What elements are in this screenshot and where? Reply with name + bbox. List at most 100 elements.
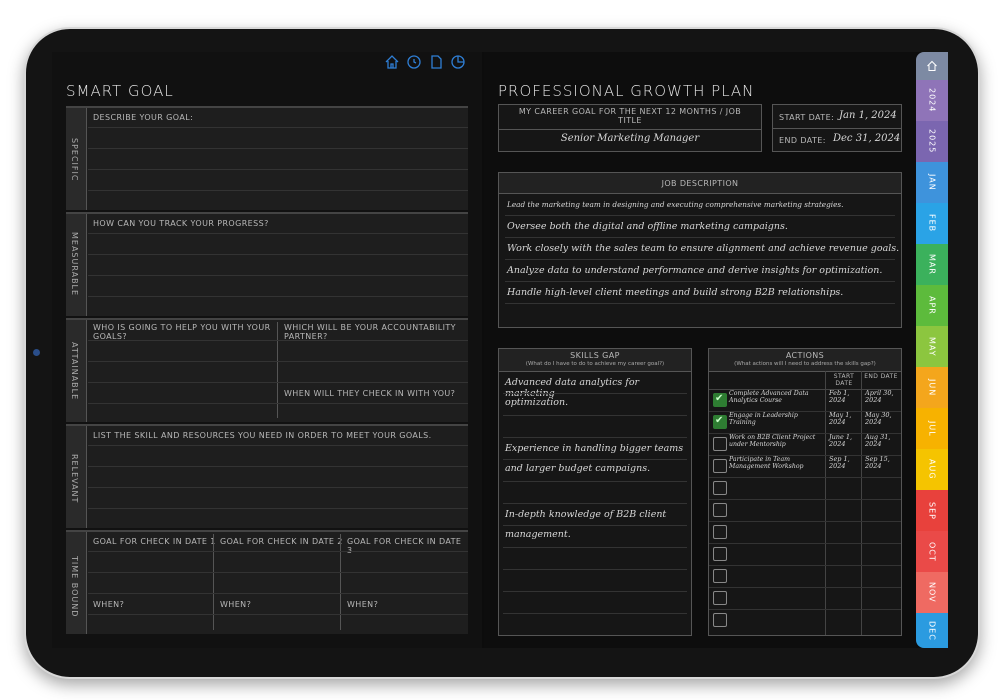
helper-input[interactable]	[88, 340, 276, 420]
tab-may[interactable]: MAY	[916, 326, 948, 367]
refresh-icon[interactable]	[406, 54, 422, 70]
action-end[interactable]: Sep 15, 2024	[865, 456, 899, 470]
action-text[interactable]: Engage in Leadership Training	[729, 412, 823, 426]
tab-2025[interactable]: 2025	[916, 121, 948, 162]
when-label-1: WHEN?	[93, 600, 125, 609]
action-checkbox[interactable]	[713, 591, 727, 605]
smart-goal-title: SMART GOAL	[66, 82, 174, 100]
tab-label: AUG	[927, 459, 937, 480]
action-text[interactable]: Work on B2B Client Project under Mentors…	[729, 434, 823, 448]
actions-header: ACTIONS	[785, 351, 825, 360]
checkin-goal-2-input[interactable]	[215, 551, 339, 593]
skills-gap-box: SKILLS GAP (What do I have to do to achi…	[498, 348, 692, 636]
skills-line-5[interactable]: and larger budget campaigns.	[505, 463, 650, 474]
job-line-5[interactable]: Handle high-level client meetings and bu…	[507, 287, 843, 298]
job-line-4[interactable]: Analyze data to understand performance a…	[507, 265, 882, 276]
action-checkbox[interactable]	[713, 415, 727, 429]
tab-nov[interactable]: NOV	[916, 572, 948, 613]
tab-jul[interactable]: JUL	[916, 408, 948, 449]
job-description-header: JOB DESCRIPTION	[661, 179, 739, 188]
tab-home[interactable]	[916, 52, 948, 80]
action-text[interactable]: Participate in Team Management Workshop	[729, 456, 823, 470]
camera-dot	[33, 349, 40, 356]
home-icon[interactable]	[384, 54, 400, 70]
action-end[interactable]: May 30, 2024	[865, 412, 899, 426]
action-checkbox[interactable]	[713, 437, 727, 451]
tab-dec[interactable]: DEC	[916, 613, 948, 648]
tab-aug[interactable]: AUG	[916, 449, 948, 490]
side-tabs: 2024 2025 JAN FEB MAR APR MAY JUN JUL AU…	[916, 52, 948, 648]
career-goal-header: MY CAREER GOAL FOR THE NEXT 12 MONTHS / …	[518, 107, 742, 125]
tab-label: APR	[927, 296, 937, 315]
skills-line-4[interactable]: Experience in handling bigger teams	[505, 443, 683, 454]
specific-input[interactable]	[88, 127, 468, 209]
specific-label: SPECIFIC	[70, 138, 79, 182]
action-checkbox[interactable]	[713, 525, 727, 539]
accountability-partner-input[interactable]	[279, 340, 467, 382]
tab-label: DEC	[927, 620, 937, 641]
tab-label: 2025	[927, 129, 937, 154]
tab-jun[interactable]: JUN	[916, 367, 948, 408]
tab-oct[interactable]: OCT	[916, 531, 948, 572]
tab-label: SEP	[927, 501, 937, 520]
tab-jan[interactable]: JAN	[916, 162, 948, 203]
measurable-prompt: HOW CAN YOU TRACK YOUR PROGRESS?	[93, 219, 269, 228]
action-start[interactable]: Sep 1, 2024	[829, 456, 861, 470]
action-checkbox[interactable]	[713, 481, 727, 495]
action-checkbox[interactable]	[713, 503, 727, 517]
action-end[interactable]: Aug 31, 2024	[865, 434, 899, 448]
tab-label: MAR	[927, 254, 937, 275]
measurable-input[interactable]	[88, 233, 468, 315]
checkin-goal-1-input[interactable]	[88, 551, 212, 593]
attainable-prompt-left: WHO IS GOING TO HELP YOU WITH YOUR GOALS…	[93, 323, 271, 341]
timebound-section: TIME BOUND GOAL FOR CHECK IN DATE 1 GOAL…	[66, 530, 468, 634]
document-icon[interactable]	[428, 54, 444, 70]
pie-chart-icon[interactable]	[450, 54, 466, 70]
action-checkbox[interactable]	[713, 547, 727, 561]
relevant-input[interactable]	[88, 445, 468, 527]
action-start[interactable]: June 1, 2024	[829, 434, 861, 448]
skills-line-8[interactable]: management.	[505, 529, 571, 540]
action-end[interactable]: April 30, 2024	[865, 390, 899, 404]
action-start[interactable]: Feb 1, 2024	[829, 390, 861, 404]
timebound-label: TIME BOUND	[70, 556, 79, 618]
action-checkbox[interactable]	[713, 613, 727, 627]
tab-feb[interactable]: FEB	[916, 203, 948, 244]
checkin-input[interactable]	[279, 404, 467, 420]
tab-mar[interactable]: MAR	[916, 244, 948, 285]
action-checkbox[interactable]	[713, 569, 727, 583]
tab-label: JUL	[927, 420, 937, 437]
tab-label: 2024	[927, 88, 937, 113]
attainable-checkin-prompt: WHEN WILL THEY CHECK IN WITH YOU?	[284, 389, 456, 398]
tab-sep[interactable]: SEP	[916, 490, 948, 531]
tab-2024[interactable]: 2024	[916, 80, 948, 121]
relevant-section: RELEVANT LIST THE SKILL AND RESOURCES YO…	[66, 424, 468, 528]
end-date-value[interactable]: Dec 31, 2024	[833, 133, 900, 144]
job-line-1[interactable]: Lead the marketing team in designing and…	[507, 200, 843, 209]
tab-apr[interactable]: APR	[916, 285, 948, 326]
start-date-col-header: START DATE	[833, 373, 855, 387]
action-text[interactable]: Complete Advanced Data Analytics Course	[729, 390, 823, 404]
action-checkbox[interactable]	[713, 393, 727, 407]
start-date-value[interactable]: Jan 1, 2024	[839, 110, 897, 121]
action-start[interactable]: May 1, 2024	[829, 412, 861, 426]
skills-gap-header: SKILLS GAP	[570, 351, 620, 360]
start-date-label: START DATE:	[779, 113, 835, 122]
action-checkbox[interactable]	[713, 459, 727, 473]
measurable-label: MEASURABLE	[70, 232, 79, 297]
career-goal-value[interactable]: Senior Marketing Manager	[499, 133, 761, 144]
skills-line-2[interactable]: optimization.	[505, 397, 568, 408]
tab-label: MAY	[927, 336, 937, 357]
tab-label: OCT	[927, 541, 937, 562]
when-label-2: WHEN?	[220, 600, 252, 609]
skills-line-1[interactable]: Advanced data analytics for marketing	[505, 377, 691, 399]
job-line-2[interactable]: Oversee both the digital and offline mar…	[507, 221, 788, 232]
skills-line-7[interactable]: In-depth knowledge of B2B client	[505, 509, 666, 520]
attainable-prompt-right: WHICH WILL BE YOUR ACCOUNTABILITY PARTNE…	[284, 323, 456, 341]
planner-screen: SMART GOAL SPECIFIC DESCRIBE YOUR GOAL: …	[52, 52, 948, 648]
toolbar	[384, 54, 466, 72]
checkin-goal-3-input[interactable]	[342, 551, 466, 593]
job-line-3[interactable]: Work closely with the sales team to ensu…	[507, 243, 899, 254]
attainable-label: ATTAINABLE	[70, 342, 79, 401]
skills-gap-subtitle: (What do I have to do to achieve my care…	[525, 361, 665, 367]
